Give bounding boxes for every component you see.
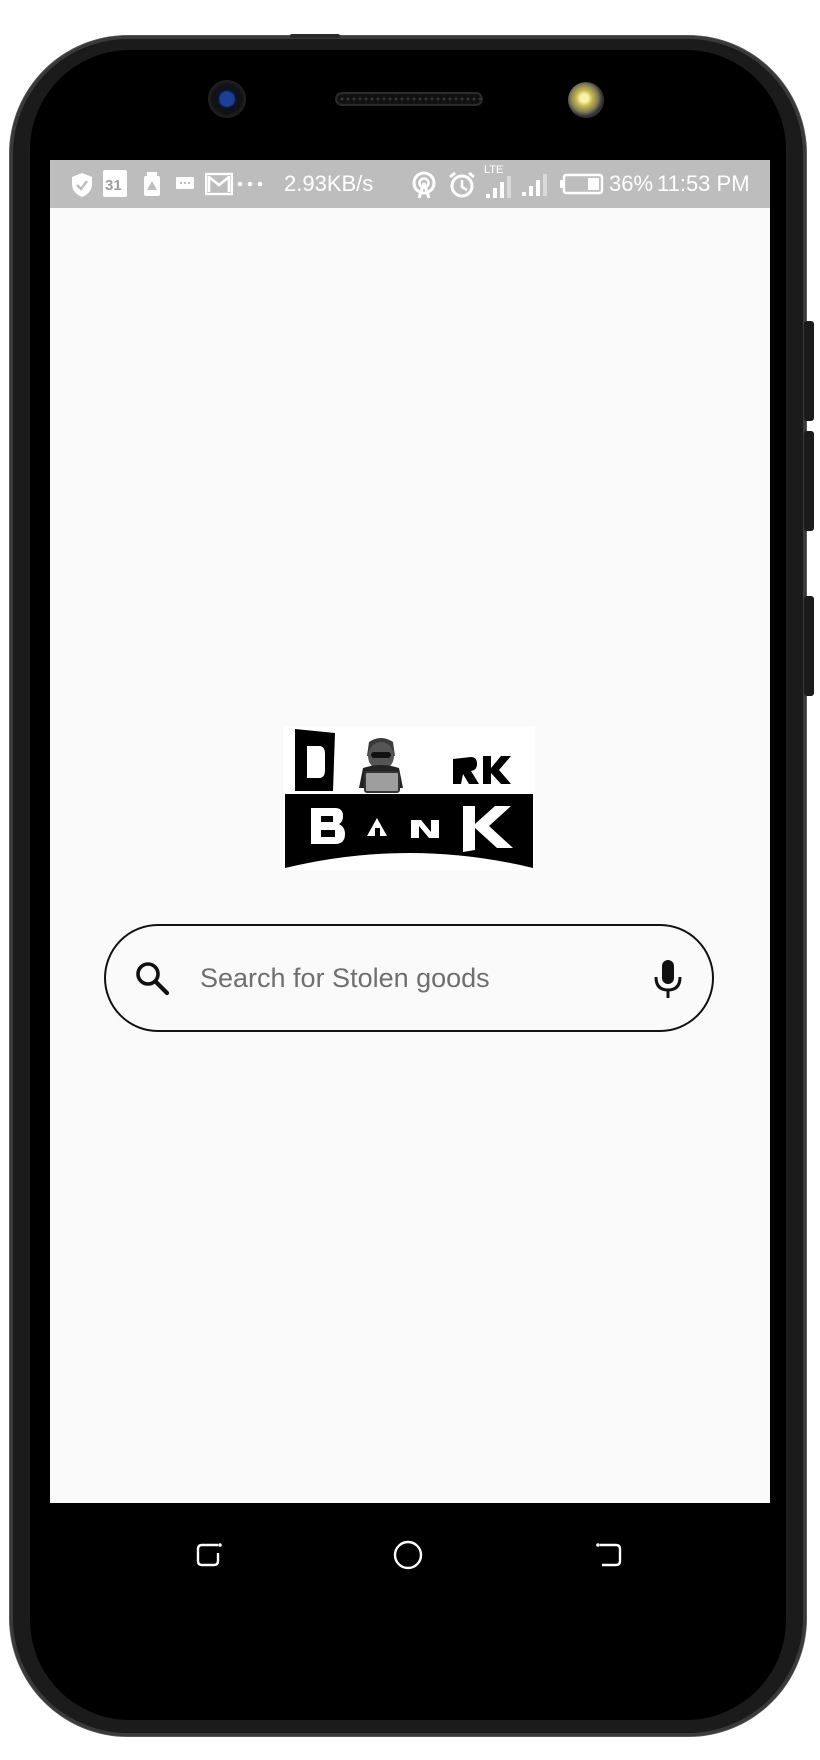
recent-apps-icon[interactable] — [190, 1533, 230, 1573]
back-icon[interactable] — [588, 1533, 628, 1573]
dark-bank-logo — [283, 726, 535, 870]
volume-up-button — [804, 321, 814, 421]
home-icon[interactable] — [388, 1533, 428, 1573]
signal-icon — [520, 172, 547, 196]
microphone-icon[interactable] — [652, 958, 684, 1000]
search-bar[interactable] — [104, 924, 714, 1032]
navigation-bar — [50, 1503, 770, 1598]
power-button — [804, 596, 814, 696]
search-icon[interactable] — [134, 960, 170, 996]
shield-icon — [72, 173, 92, 197]
calendar-icon: 31 — [103, 170, 127, 197]
gmail-icon — [205, 172, 233, 196]
calendar-day: 31 — [105, 177, 122, 194]
alarm-icon — [449, 171, 475, 198]
more-dots-icon — [237, 181, 263, 187]
volume-down-button — [804, 431, 814, 531]
hotspot-icon — [412, 171, 436, 199]
message-icon — [176, 177, 194, 189]
lte-label: LTE — [484, 164, 504, 176]
clock-time: 11:53 PM — [657, 171, 750, 196]
phone-screen: 31 2.93KB/s LTE 36% 11:53 PM Search for … — [50, 160, 770, 1503]
battery-icon — [560, 173, 604, 195]
search-input[interactable] — [200, 946, 620, 1010]
status-bar: 31 2.93KB/s LTE 36% 11:53 PM — [50, 160, 770, 208]
drive-icon — [144, 172, 160, 196]
earpiece-speaker — [335, 92, 483, 106]
dark-bank-logo-graphic — [285, 729, 533, 868]
lte-signal-icon: LTE — [483, 164, 511, 202]
phone-top-notch — [290, 34, 340, 38]
network-speed: 2.93KB/s — [284, 171, 374, 196]
proximity-sensor — [568, 82, 604, 118]
battery-percent: 36% — [609, 171, 654, 196]
front-camera — [208, 80, 246, 118]
